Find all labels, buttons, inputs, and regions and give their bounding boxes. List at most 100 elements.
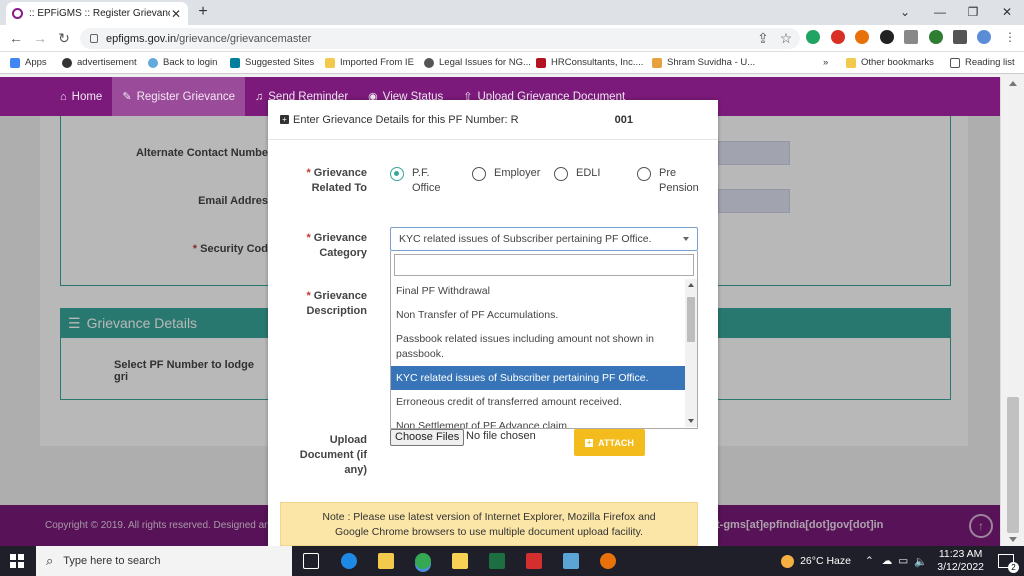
hr-logo-icon [536, 57, 546, 68]
nav-home[interactable]: ⌂ Home [50, 77, 112, 116]
scrollbar-thumb[interactable] [1007, 397, 1019, 533]
taskbar-search-box[interactable]: ⌕ Type here to search [36, 546, 292, 576]
url-domain: epfigms.gov.in [106, 32, 177, 45]
bookmarks-bar: Apps advertisement Back to login Suggest… [0, 52, 1024, 74]
weather-icon[interactable] [781, 554, 795, 568]
modal-header: + Enter Grievance Details for this PF Nu… [268, 100, 718, 140]
file-explorer-icon[interactable] [378, 553, 394, 569]
notification-count: 2 [1008, 562, 1019, 573]
windows-start-icon[interactable] [10, 554, 24, 568]
extension-grammarly-icon[interactable] [806, 30, 820, 44]
bookmark-apps[interactable]: Apps [10, 57, 47, 68]
restore-button[interactable]: ❐ [963, 3, 983, 21]
radio-edli[interactable]: EDLI [554, 166, 600, 181]
close-window-button[interactable]: ✕ [997, 3, 1017, 21]
bookmark-back-to-login[interactable]: Back to login [148, 57, 217, 68]
category-dropdown: Final PF Withdrawal Non Transfer of PF A… [390, 251, 698, 429]
volume-icon[interactable]: 🔈 [914, 555, 927, 568]
network-icon[interactable]: ▭ [898, 555, 908, 567]
browser-menu-icon[interactable]: ⋮ [1003, 30, 1017, 44]
chevron-up-icon[interactable]: ⌃ [865, 555, 874, 567]
bookmarks-overflow-button[interactable]: » [823, 57, 828, 68]
radio-pf-office[interactable]: P.F. Office [390, 166, 441, 196]
radio-unchecked-icon [472, 167, 486, 181]
scroll-up-icon[interactable] [688, 283, 694, 287]
extensions-puzzle-icon[interactable] [953, 30, 967, 44]
notification-icon[interactable]: 2 [998, 554, 1019, 573]
no-file-chosen-text: No file chosen [466, 430, 536, 442]
forward-arrow-icon[interactable]: → [31, 29, 49, 47]
extension-red-icon[interactable] [831, 30, 845, 44]
plus-square-icon: + [280, 115, 289, 124]
bookmark-legal-issues[interactable]: Legal Issues for NG... [424, 57, 531, 68]
bookmark-advertisement[interactable]: advertisement [62, 57, 137, 68]
choose-files-button[interactable]: Choose Files [390, 429, 465, 446]
globe-icon [424, 57, 434, 68]
scrollbar-thumb[interactable] [687, 297, 695, 342]
task-view-icon[interactable] [303, 553, 319, 569]
category-option[interactable]: Erroneous credit of transferred amount r… [391, 390, 685, 414]
bookmark-suggested-sites[interactable]: Suggested Sites [230, 57, 314, 68]
search-icon: ⌕ [46, 553, 54, 568]
share-icon[interactable]: ⇪ [754, 29, 772, 47]
edge-icon[interactable] [341, 553, 357, 569]
bookmark-hrconsultants[interactable]: HRConsultants, Inc.... [536, 57, 643, 68]
extension-orange-icon[interactable] [855, 30, 869, 44]
category-option[interactable]: Non Transfer of PF Accumulations. [391, 304, 685, 327]
category-option-selected[interactable]: KYC related issues of Subscriber pertain… [391, 366, 685, 390]
radio-pre-pension[interactable]: Pre Pension [637, 166, 699, 196]
browser-tab[interactable]: :: EPFiGMS :: Register Grievance ✕ [6, 2, 188, 25]
bookmark-reading-list[interactable]: Reading list [950, 57, 1015, 68]
bookmark-shram-suvidha[interactable]: Shram Suvidha - U... [652, 57, 755, 68]
minimize-button[interactable]: — [930, 3, 950, 21]
url-bar[interactable]: epfigms.gov.in/grievance/grievancemaster [80, 28, 800, 49]
caret-up-icon [683, 237, 689, 241]
clock[interactable]: 11:23 AM 3/12/2022 [937, 548, 984, 574]
page-scrollbar[interactable] [1000, 77, 1024, 546]
extension-dark-icon[interactable] [880, 30, 894, 44]
url-path: /grievance/grievancemaster [176, 32, 312, 45]
nav-register-grievance[interactable]: ✎ Register Grievance [112, 77, 245, 116]
bookmark-star-icon[interactable]: ☆ [777, 29, 795, 47]
extension-green-icon[interactable] [929, 30, 943, 44]
browser-note: Note : Please use latest version of Inte… [280, 502, 698, 546]
globe-icon [62, 57, 72, 68]
excel-icon[interactable] [489, 553, 505, 569]
radio-unchecked-icon [637, 167, 651, 181]
radio-employer[interactable]: Employer [472, 166, 540, 181]
sticky-notes-icon[interactable] [452, 553, 468, 569]
weather-text[interactable]: 26°C Haze [800, 555, 851, 567]
scroll-up-icon[interactable] [1009, 81, 1017, 86]
tab-close-icon[interactable]: ✕ [170, 7, 182, 21]
dropdown-scrollbar[interactable] [685, 279, 697, 427]
folder-icon [846, 57, 856, 68]
acrobat-icon[interactable] [526, 553, 542, 569]
extension-gray-icon[interactable] [904, 30, 918, 44]
new-tab-button[interactable]: + [194, 3, 212, 21]
apps-grid-icon [10, 57, 20, 68]
chrome-icon[interactable] [415, 553, 431, 569]
grievance-category-select[interactable]: KYC related issues of Subscriber pertain… [390, 227, 698, 251]
tab-search-chevron-icon[interactable]: ⌄ [895, 3, 915, 21]
cloud-icon[interactable]: ☁ [882, 555, 893, 567]
folder-icon [325, 57, 335, 68]
category-option[interactable]: Final PF Withdrawal [391, 279, 685, 304]
radio-checked-icon [390, 167, 404, 181]
reload-icon[interactable]: ↻ [55, 29, 73, 47]
back-arrow-icon[interactable]: ← [7, 29, 25, 47]
upload-document-label: Upload Document (if any) [299, 434, 367, 476]
scroll-down-icon[interactable] [1009, 537, 1017, 542]
category-search-input[interactable] [394, 254, 694, 276]
remote-desktop-icon[interactable] [563, 553, 579, 569]
category-option[interactable]: Passbook related issues including amount… [391, 327, 685, 366]
attach-button[interactable]: + ATTACH [574, 429, 645, 456]
radio-unchecked-icon [554, 167, 568, 181]
firefox-icon[interactable] [600, 553, 616, 569]
profile-avatar-icon[interactable] [977, 30, 991, 44]
scroll-down-icon[interactable] [688, 419, 694, 423]
category-option[interactable]: Non Settlement of PF Advance claim. [391, 414, 685, 429]
home-icon: ⌂ [60, 90, 67, 103]
bookmark-other-bookmarks[interactable]: Other bookmarks [846, 57, 934, 68]
plus-square-icon: + [585, 437, 594, 447]
bookmark-imported-from-ie[interactable]: Imported From IE [325, 57, 414, 68]
